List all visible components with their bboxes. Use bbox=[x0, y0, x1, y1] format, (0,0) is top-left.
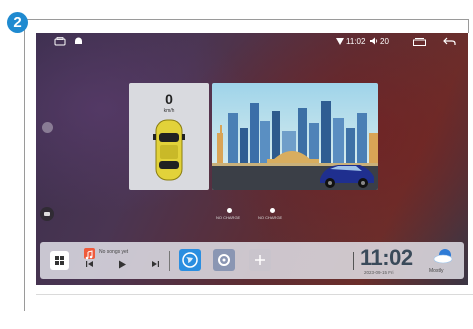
dock-divider bbox=[169, 251, 170, 271]
callout-line-top bbox=[24, 19, 469, 20]
side-car-button[interactable] bbox=[40, 207, 54, 221]
android-icon bbox=[74, 37, 83, 48]
speed-value: 0 bbox=[165, 91, 173, 107]
volume-level: 20 bbox=[380, 37, 389, 46]
song-title: No songs yet bbox=[99, 249, 129, 255]
grid-icon bbox=[55, 256, 64, 265]
app-drawer-button[interactable] bbox=[50, 251, 69, 270]
next-icon[interactable] bbox=[151, 260, 159, 270]
recent-apps-icon[interactable] bbox=[413, 38, 426, 48]
browser-app-button[interactable] bbox=[179, 249, 201, 271]
home-icon[interactable] bbox=[54, 37, 66, 48]
globe-icon bbox=[182, 252, 198, 268]
callout-line-right bbox=[468, 19, 469, 33]
clock-divider bbox=[353, 252, 354, 270]
speed-unit: km/h bbox=[163, 108, 175, 114]
add-app-button[interactable] bbox=[249, 249, 271, 271]
bottom-dock: No songs yet 11:02 2023-09-15 Fri Mostly bbox=[40, 242, 464, 279]
status-time: 11:02 bbox=[346, 37, 366, 46]
weather-label: Mostly bbox=[429, 268, 444, 274]
back-icon[interactable] bbox=[443, 37, 456, 48]
status-bar: 11:02 20 bbox=[36, 33, 468, 53]
page-divider bbox=[36, 294, 473, 295]
callout-line-left bbox=[24, 19, 25, 311]
speed-card[interactable]: 0 km/h bbox=[129, 83, 209, 190]
indicator-right: NO CHARGE bbox=[258, 208, 282, 220]
indicator-left-label: NO CHARGE bbox=[216, 215, 241, 220]
plus-icon bbox=[255, 255, 265, 265]
head-unit-screen: 11:02 20 0 km/h NO CHARGE NO CHARGE No s… bbox=[36, 33, 468, 285]
volume-icon[interactable] bbox=[370, 37, 378, 47]
city-scene-wallpaper[interactable] bbox=[212, 83, 378, 190]
music-note-icon[interactable] bbox=[84, 248, 95, 260]
side-page-dot[interactable] bbox=[42, 122, 53, 133]
step-badge: 2 bbox=[7, 12, 28, 33]
prev-icon[interactable] bbox=[86, 260, 94, 270]
dock-clock[interactable]: 11:02 bbox=[360, 245, 413, 271]
indicator-right-label: NO CHARGE bbox=[258, 215, 283, 220]
settings-icon bbox=[218, 254, 230, 266]
car-icon bbox=[153, 119, 185, 181]
play-icon[interactable] bbox=[118, 260, 127, 271]
wifi-icon bbox=[336, 38, 344, 47]
dock-date: 2023-09-15 Fri bbox=[364, 270, 394, 275]
indicator-left: NO CHARGE bbox=[216, 208, 240, 220]
settings-app-button[interactable] bbox=[213, 249, 235, 271]
